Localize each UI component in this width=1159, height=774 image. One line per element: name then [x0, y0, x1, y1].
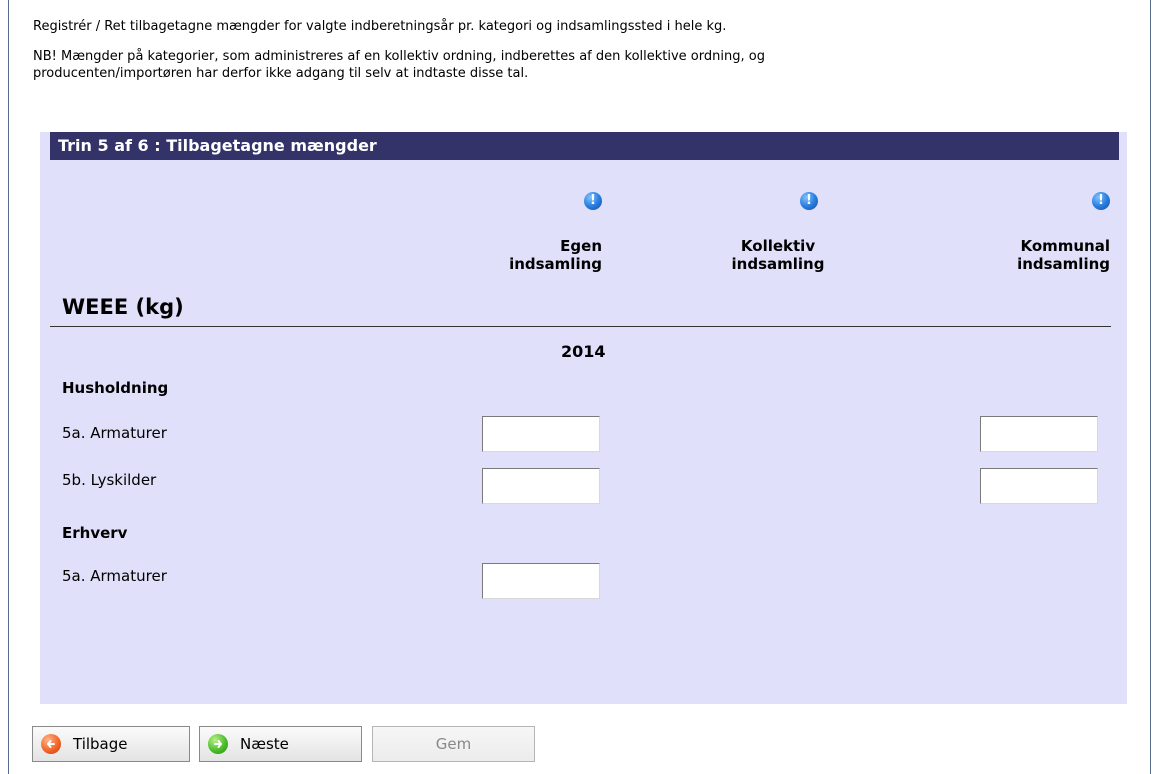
- column-header-line: Kollektiv: [740, 237, 816, 255]
- group-label-erhverv: Erhverv: [62, 524, 128, 542]
- column-header-kommunal: Kommunal indsamling: [990, 237, 1110, 273]
- intro-line-1: Registrér / Ret tilbagetagne mængder for…: [33, 19, 727, 34]
- column-header-line: indsamling: [731, 255, 825, 273]
- year-label: 2014: [561, 342, 606, 361]
- intro-line-2: NB! Mængder på kategorier, som administr…: [33, 49, 765, 64]
- save-button[interactable]: Gem: [372, 726, 535, 762]
- next-button-label: Næste: [240, 735, 289, 753]
- column-header-kollektiv: Kollektiv indsamling: [708, 237, 848, 273]
- panel-title: Trin 5 af 6 : Tilbagetagne mængder: [50, 132, 1119, 160]
- intro-line-3: producenten/importøren har derfor ikke a…: [33, 66, 529, 81]
- next-button[interactable]: Næste: [199, 726, 362, 762]
- erhverv-armaturer-egen-input[interactable]: [482, 563, 600, 599]
- row-label-armaturer: 5a. Armaturer: [62, 567, 167, 585]
- row-label-armaturer: 5a. Armaturer: [62, 424, 167, 442]
- column-header-line: indsamling: [1017, 255, 1110, 273]
- husholdning-armaturer-egen-input[interactable]: [482, 416, 600, 452]
- arrow-left-icon: [41, 734, 61, 754]
- husholdning-lyskilder-egen-input[interactable]: [482, 468, 600, 504]
- content-frame: Registrér / Ret tilbagetagne mængder for…: [8, 0, 1151, 774]
- info-icon[interactable]: !: [584, 192, 602, 210]
- row-label-lyskilder: 5b. Lyskilder: [62, 471, 157, 489]
- back-button-label: Tilbage: [73, 735, 128, 753]
- intro-text: Registrér / Ret tilbagetagne mængder for…: [33, 18, 1113, 82]
- husholdning-lyskilder-kommunal-input[interactable]: [980, 468, 1098, 504]
- group-label-husholdning: Husholdning: [62, 379, 169, 397]
- info-icon[interactable]: !: [800, 192, 818, 210]
- column-header-egen: Egen indsamling: [492, 237, 602, 273]
- section-divider: [50, 326, 1111, 327]
- save-button-label: Gem: [435, 735, 472, 753]
- column-header-line: Kommunal: [1020, 237, 1110, 255]
- step-panel: Trin 5 af 6 : Tilbagetagne mængder ! ! !…: [40, 132, 1127, 704]
- back-button[interactable]: Tilbage: [32, 726, 190, 762]
- column-header-line: Egen: [560, 237, 602, 255]
- column-header-line: indsamling: [509, 255, 602, 273]
- section-title: WEEE (kg): [62, 295, 184, 319]
- arrow-right-icon: [208, 734, 228, 754]
- info-icon[interactable]: !: [1092, 192, 1110, 210]
- husholdning-armaturer-kommunal-input[interactable]: [980, 416, 1098, 452]
